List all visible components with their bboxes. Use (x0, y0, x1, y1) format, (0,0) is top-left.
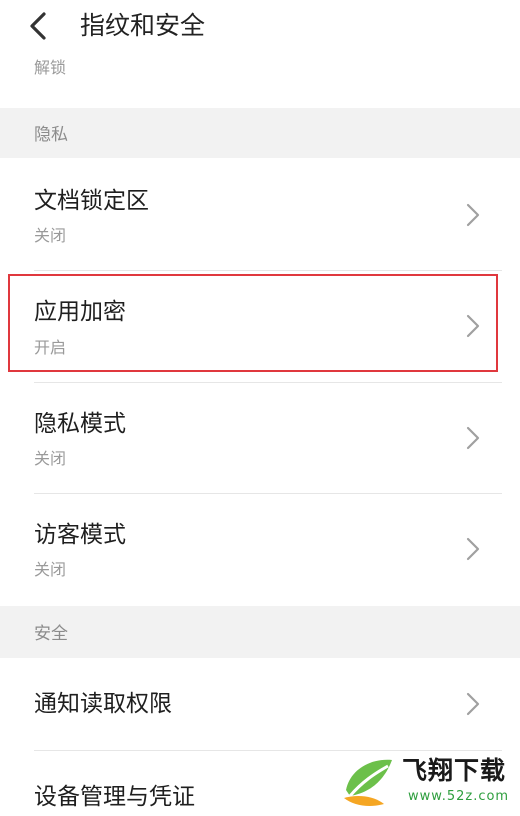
chevron-right-icon (466, 537, 480, 561)
row-title: 访客模式 (34, 522, 126, 548)
settings-screen: 指纹和安全 解锁 隐私 文档锁定区 关闭 应用加密 开启 隐私模式 关闭 访客模… (0, 0, 520, 816)
section-header-security: 安全 (0, 606, 520, 658)
chevron-right-icon (466, 203, 480, 227)
unlock-row-partial[interactable]: 解锁 (0, 52, 520, 108)
row-status: 关闭 (34, 226, 67, 245)
watermark-logo: 飞翔下载 www.52z.com (340, 752, 515, 812)
row-status: 关闭 (34, 449, 67, 468)
leaf-logo-icon (344, 759, 392, 806)
settings-row-document-lock[interactable]: 文档锁定区 关闭 (0, 158, 520, 270)
watermark-url: www.52z.com (408, 789, 510, 804)
back-button[interactable] (22, 8, 58, 44)
row-title: 隐私模式 (34, 411, 126, 437)
settings-row-privacy-mode[interactable]: 隐私模式 关闭 (0, 383, 520, 493)
row-title: 文档锁定区 (34, 188, 149, 214)
unlock-row-subtitle: 解锁 (34, 58, 67, 77)
watermark-brand: 飞翔下载 (402, 756, 507, 785)
settings-row-notification-access[interactable]: 通知读取权限 (0, 658, 520, 750)
section-label-privacy: 隐私 (34, 125, 68, 145)
row-title: 通知读取权限 (34, 691, 172, 717)
section-header-privacy: 隐私 (0, 108, 520, 158)
chevron-left-icon (30, 12, 46, 40)
top-bar: 指纹和安全 (0, 0, 520, 52)
row-title: 设备管理与凭证 (34, 784, 195, 810)
section-label-security: 安全 (34, 624, 68, 644)
chevron-right-icon (466, 426, 480, 450)
page-title: 指纹和安全 (80, 11, 206, 40)
row-status: 关闭 (34, 560, 67, 579)
highlight-box (8, 274, 498, 372)
chevron-right-icon (466, 692, 480, 716)
settings-row-guest-mode[interactable]: 访客模式 关闭 (0, 494, 520, 606)
